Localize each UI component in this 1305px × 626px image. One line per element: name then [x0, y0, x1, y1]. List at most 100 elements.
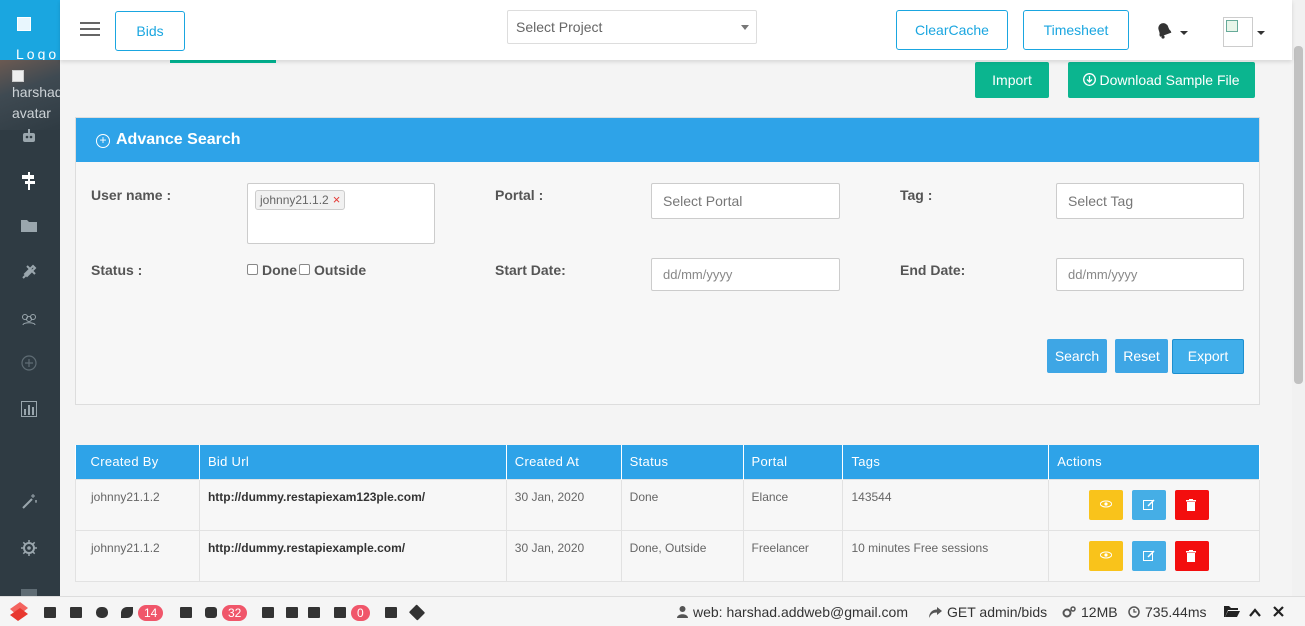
delete-button[interactable]	[1175, 540, 1210, 571]
table-header-row: Created By Bid Url Created At Status Por…	[75, 445, 1260, 479]
checkbox-box[interactable]	[299, 264, 310, 275]
cell-actions	[1048, 529, 1260, 582]
bug-icon[interactable]	[96, 604, 108, 620]
signpost-icon[interactable]	[18, 172, 40, 194]
route-icon[interactable]	[180, 604, 192, 620]
gear-icon[interactable]	[18, 540, 40, 562]
chevron-down-icon[interactable]	[1257, 31, 1265, 35]
username-multiselect[interactable]: johnny21.1.2 ×	[247, 183, 435, 244]
edit-button[interactable]	[1132, 540, 1167, 571]
portal-select[interactable]: Select Portal	[651, 183, 840, 219]
project-select[interactable]: Select Project	[507, 10, 757, 44]
bar-chart-icon[interactable]	[18, 401, 40, 423]
user-icon	[677, 606, 688, 618]
mail-badge: 0	[351, 605, 370, 621]
inbox-icon[interactable]	[262, 604, 274, 620]
end-date-input[interactable]: dd/mm/yyyy	[1056, 258, 1244, 291]
bids-table: Created By Bid Url Created At Status Por…	[75, 445, 1260, 582]
debug-time-label: 735.44ms	[1145, 604, 1207, 620]
avatar[interactable]: harshad avatar	[0, 60, 60, 130]
status-done-checkbox[interactable]: Done	[247, 262, 297, 278]
cell-created-by: johnny21.1.2	[75, 529, 200, 582]
user-avatar-image	[1226, 20, 1238, 32]
scrollbar-thumb[interactable]	[1294, 46, 1303, 384]
main-content: Import Download Sample File + Advance Sea…	[60, 60, 1292, 596]
edit-button[interactable]	[1132, 489, 1167, 520]
status-label: Status :	[91, 262, 143, 278]
start-date-input[interactable]: dd/mm/yyyy	[651, 258, 840, 291]
column-header[interactable]: Status	[621, 445, 744, 479]
queries-tab[interactable]: 32	[205, 604, 248, 621]
edit-icon	[1143, 549, 1155, 561]
view-button[interactable]	[1089, 540, 1124, 571]
status-outside-label: Outside	[314, 262, 367, 278]
debug-memory[interactable]: 12MB	[1062, 604, 1118, 620]
debug-time[interactable]: 735.44ms	[1128, 604, 1206, 620]
logo[interactable]: Logo	[0, 0, 60, 60]
clear-cache-button[interactable]: ClearCache	[896, 10, 1008, 50]
trash-icon	[1186, 498, 1197, 511]
close-icon[interactable]	[1273, 604, 1284, 620]
hamburger-menu-icon[interactable]	[80, 22, 100, 36]
timesheet-button[interactable]: Timesheet	[1023, 10, 1129, 50]
cell-tags: 143544	[842, 478, 1050, 531]
tag-select[interactable]: Select Tag	[1056, 183, 1244, 219]
download-sample-file-button[interactable]: Download Sample File	[1068, 62, 1255, 98]
start-date-label: Start Date:	[495, 262, 566, 278]
eye-icon	[1100, 551, 1113, 558]
view-button[interactable]	[1089, 489, 1124, 520]
request-icon[interactable]	[308, 604, 320, 620]
mail-tab[interactable]: 0	[334, 604, 370, 621]
column-header[interactable]: Bid Url	[199, 445, 507, 479]
avatar-image	[12, 70, 24, 82]
import-button[interactable]: Import	[975, 62, 1049, 98]
users-icon[interactable]	[18, 310, 40, 332]
debug-user[interactable]: web: harshad.addweb@gmail.com	[677, 604, 908, 620]
reset-button[interactable]: Reset	[1115, 339, 1168, 373]
lock-icon[interactable]	[286, 604, 298, 620]
magic-wand-icon[interactable]	[18, 494, 40, 516]
column-header[interactable]: Created At	[506, 445, 622, 479]
folder-open-icon[interactable]	[1224, 604, 1240, 620]
search-button[interactable]: Search	[1047, 339, 1107, 373]
leaf-icon	[121, 607, 133, 618]
timeline-icon[interactable]	[70, 604, 82, 620]
advance-search-header[interactable]: + Advance Search	[76, 118, 1259, 162]
debugbar-logo-icon[interactable]	[8, 601, 30, 621]
page-scrollbar[interactable]	[1292, 0, 1305, 596]
views-badge: 14	[138, 605, 164, 621]
logo-text: Logo	[16, 48, 60, 60]
bids-button[interactable]: Bids	[115, 11, 185, 51]
robot-icon[interactable]	[18, 128, 40, 150]
remove-tag-icon[interactable]: ×	[333, 192, 341, 207]
plus-circle-icon[interactable]	[18, 355, 40, 377]
plus-circle-icon: +	[96, 134, 110, 148]
delete-button[interactable]	[1175, 489, 1210, 520]
messages-icon[interactable]	[44, 604, 56, 620]
debug-bar: 14 32 0 web: harshad.addweb@gmail.com GE…	[0, 596, 1305, 626]
column-header[interactable]: Portal	[743, 445, 844, 479]
tags-icon[interactable]	[408, 604, 426, 621]
cell-bid-url: http://dummy.restapiexample.com/	[198, 529, 507, 582]
clock-icon	[1128, 606, 1140, 618]
folder-icon[interactable]	[18, 217, 40, 239]
views-tab[interactable]: 14	[121, 604, 164, 621]
cell-status: Done	[620, 478, 744, 531]
queries-badge: 32	[222, 605, 248, 621]
debug-memory-label: 12MB	[1081, 604, 1118, 620]
debug-user-label: web: harshad.addweb@gmail.com	[693, 604, 908, 620]
archive-icon[interactable]	[385, 604, 397, 620]
column-header: Actions	[1048, 445, 1260, 479]
checkbox-box[interactable]	[247, 264, 258, 275]
column-header[interactable]: Created By	[75, 445, 200, 479]
user-avatar-button[interactable]	[1223, 17, 1253, 47]
debug-route[interactable]: GET admin/bids	[929, 604, 1047, 620]
export-button[interactable]: Export	[1172, 339, 1244, 374]
status-outside-checkbox[interactable]: Outside	[299, 262, 366, 278]
maximize-icon[interactable]	[1249, 604, 1261, 620]
notifications-dropdown[interactable]	[1154, 21, 1188, 41]
chevron-down-icon	[741, 25, 749, 30]
cogs-icon	[1062, 606, 1076, 618]
column-header[interactable]: Tags	[842, 445, 1050, 479]
tools-icon[interactable]	[18, 264, 40, 286]
